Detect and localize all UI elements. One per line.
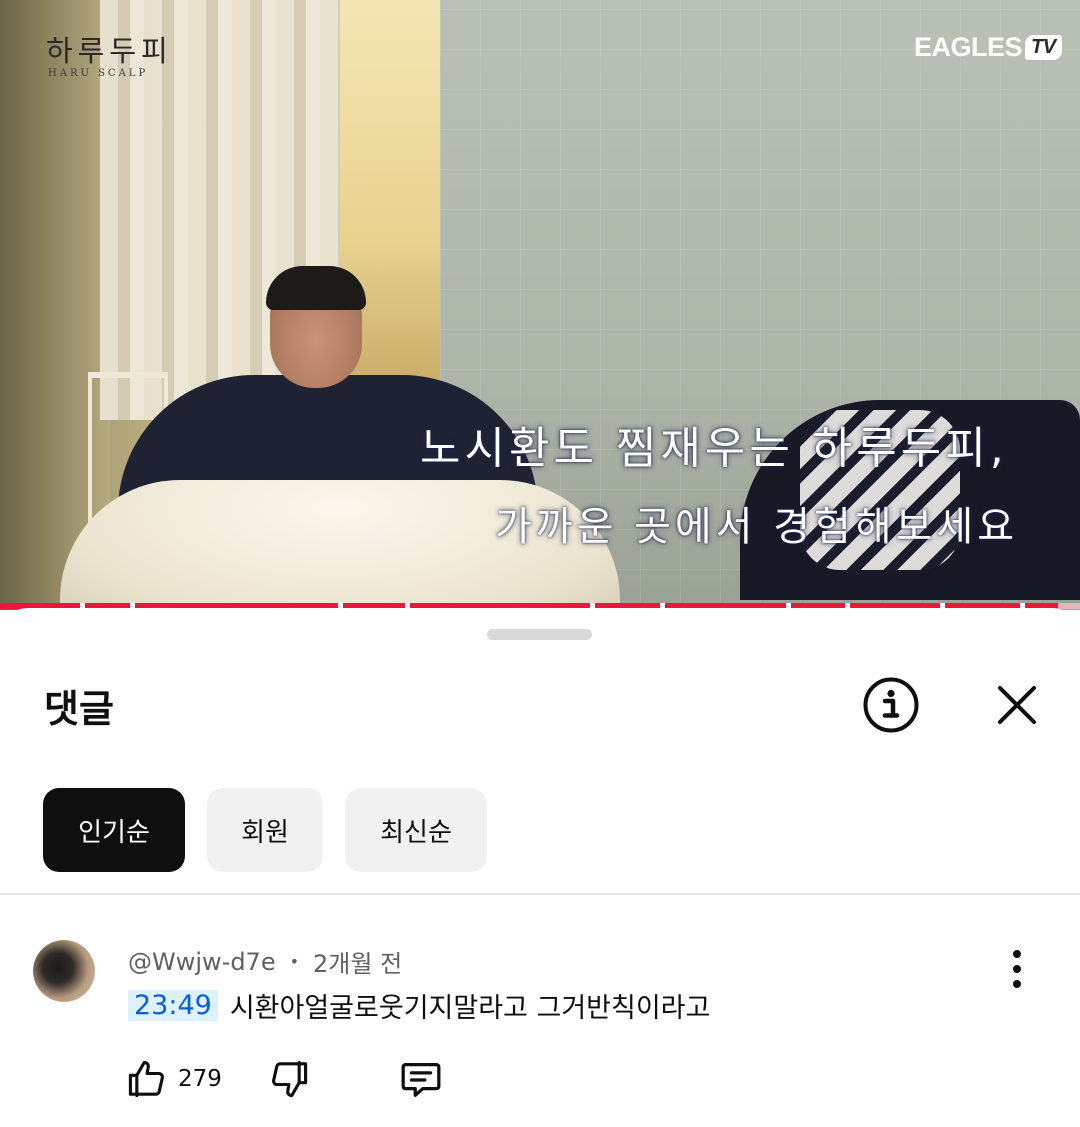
like-count: 279 xyxy=(178,1066,222,1092)
channel-logo: EAGLES TV xyxy=(914,32,1062,63)
close-button[interactable] xyxy=(982,670,1052,740)
comment-more-button[interactable] xyxy=(982,934,1052,1004)
video-caption-line-1: 노시환도 찜재우는 하루두피, xyxy=(420,423,1008,474)
comments-title: 댓글 xyxy=(44,687,114,731)
video-player[interactable]: 하루두피 HARU SCALP EAGLES TV 노시환도 찜재우는 하루두피… xyxy=(0,0,1080,610)
comment-actions: 279 xyxy=(124,1056,444,1102)
comment-reply-icon xyxy=(401,1062,441,1097)
chip-newest[interactable]: 최신순 xyxy=(345,788,487,872)
channel-logo-tv: TV xyxy=(1025,35,1062,60)
comment-meta: @Wwjw-d7e • 2개월 전 xyxy=(128,944,402,979)
more-vertical-icon xyxy=(1013,950,1021,988)
thumbs-down-icon xyxy=(271,1060,308,1098)
thumbs-up-icon xyxy=(128,1060,164,1098)
chip-top-comments[interactable]: 인기순 xyxy=(43,788,185,872)
chip-members[interactable]: 회원 xyxy=(207,788,323,872)
comment-text: 시환아얼굴로웃기지말라고 그거반칙이라고 xyxy=(229,993,711,1024)
comment-body: 23:49 시환아얼굴로웃기지말라고 그거반칙이라고 xyxy=(128,986,710,1025)
brand-logo-korean: 하루두피 xyxy=(46,34,173,68)
brand-logo-english: HARU SCALP xyxy=(48,68,149,79)
like-button[interactable]: 279 xyxy=(124,1057,222,1101)
avatar[interactable] xyxy=(33,940,95,1002)
comment-age: 2개월 전 xyxy=(313,950,403,978)
sheet-divider xyxy=(0,893,1080,895)
comment-timestamp-link[interactable]: 23:49 xyxy=(128,990,218,1021)
close-icon xyxy=(998,686,1036,724)
comments-sheet: 댓글 인기순 회원 최신순 @Wwjw-d7e • 2개월 전 23:49 시환… xyxy=(0,608,1080,1127)
reply-button[interactable] xyxy=(398,1056,444,1102)
video-caption-line-2: 가까운 곳에서 경험해보세요 xyxy=(495,504,1019,550)
dislike-button[interactable] xyxy=(268,1057,312,1101)
comment-author[interactable]: @Wwjw-d7e xyxy=(128,948,276,976)
comment-sort-chips: 인기순 회원 최신순 xyxy=(43,788,487,872)
info-button[interactable] xyxy=(856,670,926,740)
video-person-hair xyxy=(266,266,366,310)
channel-logo-text: EAGLES xyxy=(914,32,1023,62)
sheet-drag-handle[interactable] xyxy=(487,629,592,640)
info-circle-icon xyxy=(863,677,919,733)
meta-separator: • xyxy=(289,952,300,971)
